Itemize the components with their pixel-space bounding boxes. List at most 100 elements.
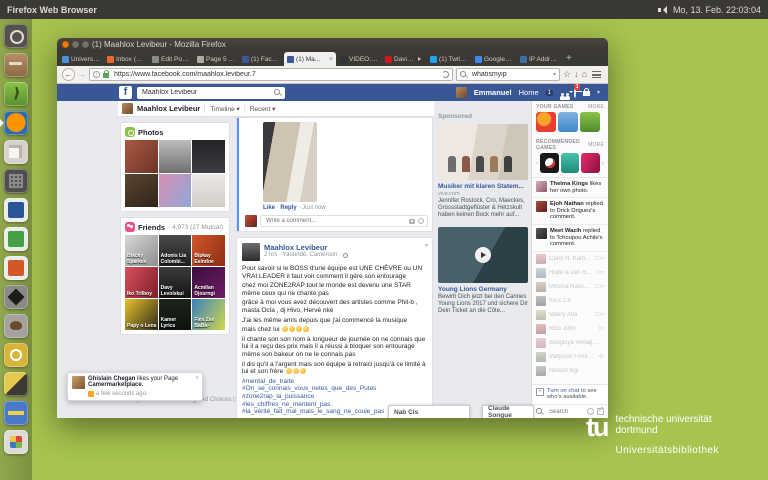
8-ball-pool-icon[interactable]	[540, 153, 558, 173]
launcher-item-impress[interactable]	[0, 254, 32, 281]
ad-title-link[interactable]: Young Lions Germany	[438, 286, 528, 293]
hashtag-link[interactable]: #zone2rap_la_puissance	[242, 393, 427, 401]
sponsored-ad[interactable]: Musiker mit klaren Statem... vice.com Je…	[438, 124, 528, 219]
tab-inbox[interactable]: Inbox (12...	[104, 52, 148, 66]
ticker-story[interactable]: Meet Wazih replied to Tchoupou Achile's …	[532, 225, 608, 252]
chat-contact[interactable]: Mosina Nassako21m	[532, 280, 608, 294]
chat-search-input[interactable]	[547, 408, 584, 416]
friend-tile[interactable]: Blacky Sparkes	[125, 235, 158, 266]
facebook-logo[interactable]: f	[119, 86, 132, 99]
launcher-item-writer[interactable]	[0, 196, 32, 223]
notifications-button[interactable]: 1	[574, 88, 576, 97]
hashtag-link[interactable]: #On_se_connais_vous_netes_que_des_Putes	[242, 385, 427, 393]
friends-title[interactable]: Friends	[138, 223, 165, 232]
launcher-item-file-search[interactable]	[0, 341, 32, 368]
url-input[interactable]	[112, 70, 439, 79]
window-maximize-button[interactable]	[82, 41, 89, 48]
launcher-item-inkscape[interactable]	[0, 283, 32, 310]
tab-video[interactable]: VIDEO: P-...	[337, 52, 381, 66]
games-prev-arrow-icon[interactable]: ‹	[536, 160, 538, 167]
launcher-item-calc[interactable]	[0, 225, 32, 252]
tab-edit-post[interactable]: Edit Post : C...	[149, 52, 193, 66]
slots-777-game-icon[interactable]	[581, 153, 599, 173]
post-meta[interactable]: 2 hrs · Yaoundé, Cameroon ·	[264, 252, 341, 258]
timeline-button[interactable]: Timeline ▾	[204, 105, 239, 113]
launcher-item-software-card[interactable]	[0, 399, 32, 426]
post-author-name[interactable]: Maahlox Levibeur	[264, 243, 348, 252]
ad-video-thumbnail[interactable]	[438, 227, 528, 283]
hamburger-menu-icon[interactable]	[592, 71, 601, 78]
photo-thumbnail[interactable]	[159, 174, 192, 207]
tab-maahlox-active[interactable]: (1) Ma...×	[284, 52, 336, 66]
tab-google-translate[interactable]: Google Tr...	[472, 52, 516, 66]
facebook-search-input[interactable]	[140, 88, 274, 97]
chat-contact[interactable]: Rico John9h	[532, 322, 608, 336]
avatar[interactable]	[456, 87, 467, 98]
city-builder-game-icon[interactable]	[558, 112, 578, 132]
nav-home-link[interactable]: Home	[519, 88, 539, 97]
photo-thumbnail[interactable]	[159, 140, 192, 173]
chat-contact[interactable]: Valery Atia11m	[532, 308, 608, 322]
launcher-item-calculator[interactable]	[0, 167, 32, 194]
emoji-icon[interactable]	[418, 218, 424, 224]
profile-name[interactable]: Maahlox Levibeur	[137, 104, 200, 113]
comment-photo[interactable]	[263, 122, 317, 202]
search-engine-caret[interactable]: ▾	[553, 71, 556, 78]
page-info-icon[interactable]: i	[93, 71, 100, 78]
chat-tab-claude-songue[interactable]: Claude Songue	[482, 405, 534, 418]
post-options-caret-icon[interactable]: ▾	[425, 242, 428, 249]
photo-thumbnail[interactable]	[192, 174, 225, 207]
chat-contact[interactable]: Carol N. Kamga21m	[532, 252, 608, 266]
account-menu-caret-icon[interactable]: ▾	[597, 89, 600, 96]
search-engine-icon[interactable]	[460, 71, 468, 79]
bookmark-star-icon[interactable]: ☆	[563, 68, 571, 81]
launcher-item-firefox[interactable]	[0, 109, 32, 136]
farm-game-icon[interactable]	[580, 112, 600, 132]
play-icon[interactable]	[475, 247, 491, 263]
new-tab-button[interactable]: +	[562, 53, 576, 64]
comment-input-box[interactable]	[260, 215, 428, 227]
photo-thumbnail[interactable]	[125, 140, 158, 173]
window-titlebar[interactable]: (1) Maahlox Levibeur - Mozilla Firefox	[57, 38, 608, 50]
tab-twitter[interactable]: (1) Twitte...	[427, 52, 471, 66]
sponsored-ad[interactable]: Young Lions Germany Bewirb Dich jetzt be…	[438, 227, 528, 315]
launcher-item-wine[interactable]	[0, 428, 32, 455]
chat-contact[interactable]: Hope & Jah Rastafari8m	[532, 266, 608, 280]
tab-audio-icon[interactable]	[418, 57, 423, 61]
hashtag-link[interactable]: #mental_de_traite	[242, 378, 427, 386]
attach-photo-icon[interactable]	[409, 219, 415, 224]
ticker-story[interactable]: Ejoh Nathan replied to Drick Driguez's c…	[532, 198, 608, 225]
tab-facebook[interactable]: (1) Faceb...	[239, 52, 283, 66]
friend-tile[interactable]: Bipkay Esindoe	[192, 235, 225, 266]
friend-tile[interactable]: Acmilan Djourngi	[192, 267, 225, 298]
tab-close-icon[interactable]: ×	[329, 56, 333, 63]
window-close-button[interactable]	[62, 41, 69, 48]
friend-tile[interactable]: Davy Levolskui	[159, 267, 192, 298]
photo-thumbnail[interactable]	[192, 140, 225, 173]
chat-contact[interactable]: Bongkiya Venagesh...	[532, 336, 608, 350]
like-link[interactable]: Like	[263, 205, 275, 211]
candy-crush-icon[interactable]	[536, 112, 556, 132]
home-icon[interactable]: ⌂	[582, 68, 587, 81]
launcher-item-dash[interactable]	[0, 22, 32, 49]
bottle-flip-game-icon[interactable]	[561, 153, 579, 173]
tab-ip-address[interactable]: IP Addres...	[517, 52, 561, 66]
forward-button[interactable]: →	[78, 70, 86, 79]
https-lock-icon[interactable]	[103, 73, 109, 78]
launcher-item-text-editor[interactable]	[0, 138, 32, 165]
recent-button[interactable]: Recent ▾	[244, 105, 276, 113]
tab-university[interactable]: Universit...	[59, 52, 103, 66]
toast-close-icon[interactable]: ×	[195, 375, 199, 382]
back-button[interactable]: ←	[62, 68, 75, 81]
chat-tab-nab-cis[interactable]: Nab Cis	[388, 405, 470, 418]
launcher-item-files[interactable]	[0, 51, 32, 78]
tab-page5[interactable]: Page 5 – Cam...	[194, 52, 238, 66]
comment-input[interactable]	[264, 217, 406, 225]
games-next-arrow-icon[interactable]: ›	[602, 160, 604, 167]
launcher-item-system-utility[interactable]	[0, 370, 32, 397]
photos-title[interactable]: Photos	[138, 128, 163, 137]
your-games-more-link[interactable]: MORE	[588, 104, 604, 110]
ticker-story[interactable]: Thelma Kings likes her own photo.	[532, 178, 608, 198]
photo-thumbnail[interactable]	[125, 174, 158, 207]
friend-tile[interactable]: Iko Trilboy	[125, 267, 158, 298]
